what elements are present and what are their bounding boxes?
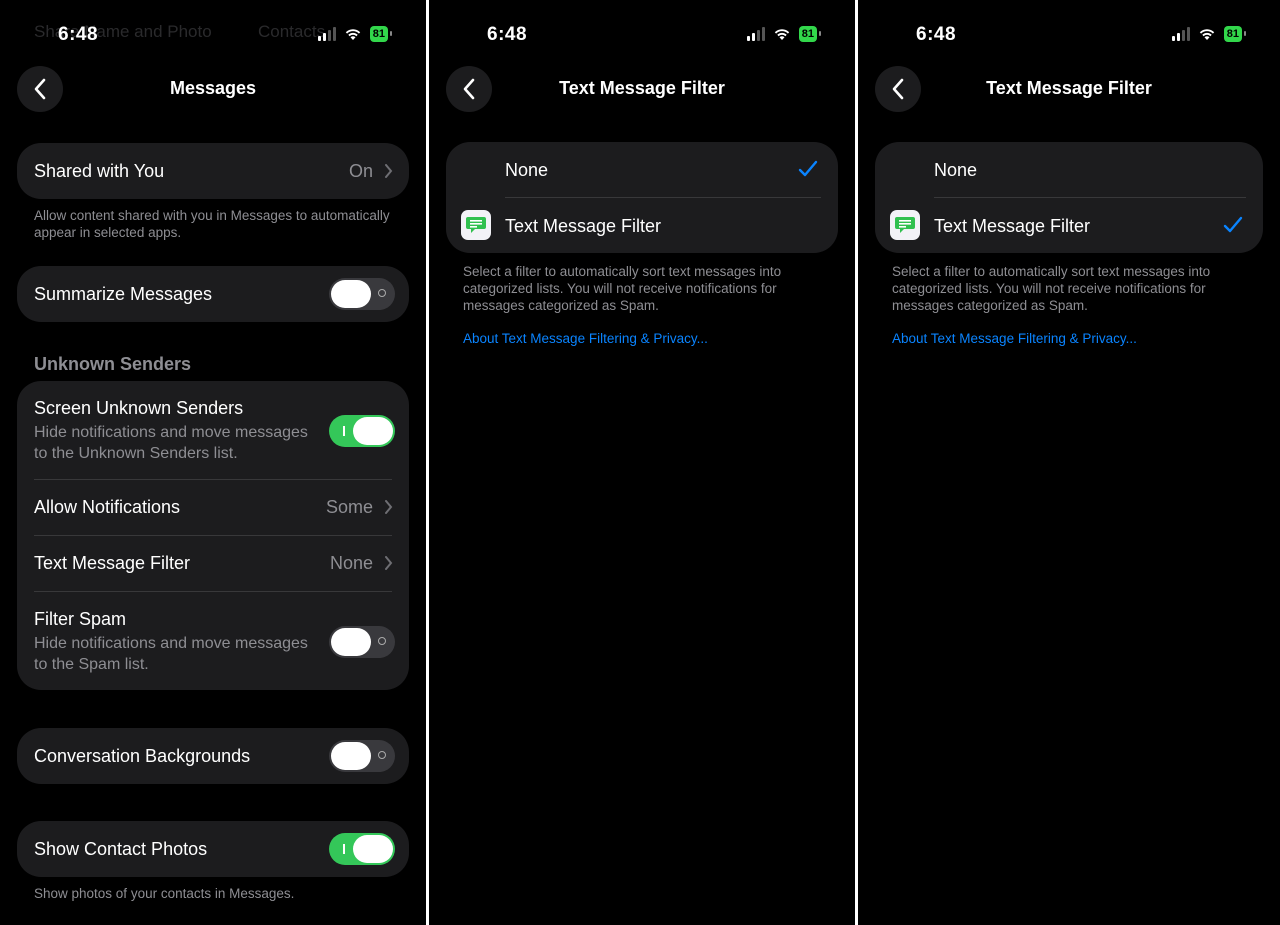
allow-notifications-label: Allow Notifications <box>34 497 181 517</box>
status-time: 6:48 <box>916 24 957 45</box>
status-time: 6:48 <box>487 24 528 45</box>
text-message-filter-screen-selected: 6:48 81 Text Message Filter None Text Me… <box>858 0 1280 925</box>
filter-spam-toggle[interactable] <box>329 626 395 658</box>
show-contact-photos-row: Show Contact Photos <box>17 821 409 877</box>
page-title: Messages <box>169 78 257 98</box>
option-none-row[interactable]: None <box>875 142 1263 197</box>
chevron-right-icon <box>385 500 393 514</box>
status-time: 6:48 <box>58 24 99 45</box>
summarize-messages-toggle[interactable] <box>329 278 395 310</box>
chevron-right-icon <box>385 164 393 178</box>
screen-unknown-senders-label: Screen Unknown Senders <box>34 398 244 418</box>
wifi-icon <box>345 29 360 40</box>
conversation-backgrounds-row: Conversation Backgrounds <box>17 728 409 784</box>
status-bar: 6:48 81 <box>429 22 855 48</box>
messages-app-icon <box>461 210 491 240</box>
cellular-signal-icon <box>746 27 765 41</box>
wifi-icon <box>774 29 789 40</box>
show-contact-photos-label: Show Contact Photos <box>34 839 208 859</box>
divider <box>34 591 392 592</box>
option-text-message-filter-label: Text Message Filter <box>934 216 1091 236</box>
option-none-label: None <box>934 160 978 180</box>
conversation-backgrounds-toggle[interactable] <box>329 740 395 772</box>
about-filtering-link[interactable]: About Text Message Filtering & Privacy..… <box>892 331 1137 346</box>
page-title: Text Message Filter <box>986 78 1152 98</box>
shared-with-you-row[interactable]: Shared with You On <box>17 143 409 199</box>
status-bar: 6:48 81 <box>858 22 1280 48</box>
cellular-signal-icon <box>1171 27 1190 41</box>
about-filtering-link[interactable]: About Text Message Filtering & Privacy..… <box>463 331 708 346</box>
wifi-icon <box>1199 29 1214 40</box>
text-message-filter-label: Text Message Filter <box>34 553 191 573</box>
cellular-signal-icon <box>317 27 336 41</box>
filter-spam-label: Filter Spam <box>34 609 127 629</box>
filter-options-group: None Text Message Filter <box>875 142 1263 253</box>
page-title: Text Message Filter <box>559 78 725 98</box>
option-text-message-filter-row[interactable]: Text Message Filter <box>446 198 838 253</box>
chevron-right-icon <box>385 556 393 570</box>
unknown-senders-header: Unknown Senders <box>34 354 192 374</box>
option-none-label: None <box>505 160 549 180</box>
allow-notifications-value: Some <box>325 497 373 517</box>
shared-with-you-footer: Allow content shared with you in Message… <box>34 208 390 240</box>
battery-icon: 81 <box>1223 26 1247 42</box>
screen-unknown-senders-sub: Hide notifications and move messages to … <box>34 424 308 462</box>
option-text-message-filter-label: Text Message Filter <box>505 216 662 236</box>
filter-footer: Select a filter to automatically sort te… <box>892 264 1211 313</box>
text-message-filter-value: None <box>329 553 373 573</box>
checkmark-icon <box>1223 216 1243 233</box>
unknown-senders-group: Screen Unknown Senders Hide notification… <box>17 381 409 690</box>
filter-footer: Select a filter to automatically sort te… <box>463 264 782 313</box>
text-message-filter-row[interactable]: Text Message Filter None <box>17 536 409 591</box>
option-none-row[interactable]: None <box>446 142 838 197</box>
allow-notifications-row[interactable]: Allow Notifications Some <box>17 480 409 535</box>
checkmark-icon <box>798 160 818 177</box>
conversation-backgrounds-label: Conversation Backgrounds <box>34 746 251 766</box>
filter-spam-sub: Hide notifications and move messages to … <box>34 635 308 673</box>
show-contact-photos-toggle[interactable] <box>329 833 395 865</box>
summarize-messages-row: Summarize Messages <box>17 266 409 322</box>
battery-icon: 81 <box>798 26 822 42</box>
messages-settings-screen: Share Name and Photo Contacts 6:48 81 Me… <box>0 0 426 925</box>
text-message-filter-screen-none: 6:48 81 Text Message Filter None Text Me… <box>429 0 855 925</box>
option-text-message-filter-row[interactable]: Text Message Filter <box>875 198 1263 253</box>
battery-icon: 81 <box>369 26 393 42</box>
status-bar: 6:48 81 <box>0 22 426 48</box>
shared-with-you-label: Shared with You <box>34 161 165 181</box>
summarize-messages-label: Summarize Messages <box>34 284 213 304</box>
screen-unknown-senders-toggle[interactable] <box>329 415 395 447</box>
messages-app-icon <box>890 210 920 240</box>
filter-options-group: None Text Message Filter <box>446 142 838 253</box>
shared-with-you-value: On <box>348 161 373 181</box>
show-contact-photos-footer: Show photos of your contacts in Messages… <box>34 886 295 901</box>
